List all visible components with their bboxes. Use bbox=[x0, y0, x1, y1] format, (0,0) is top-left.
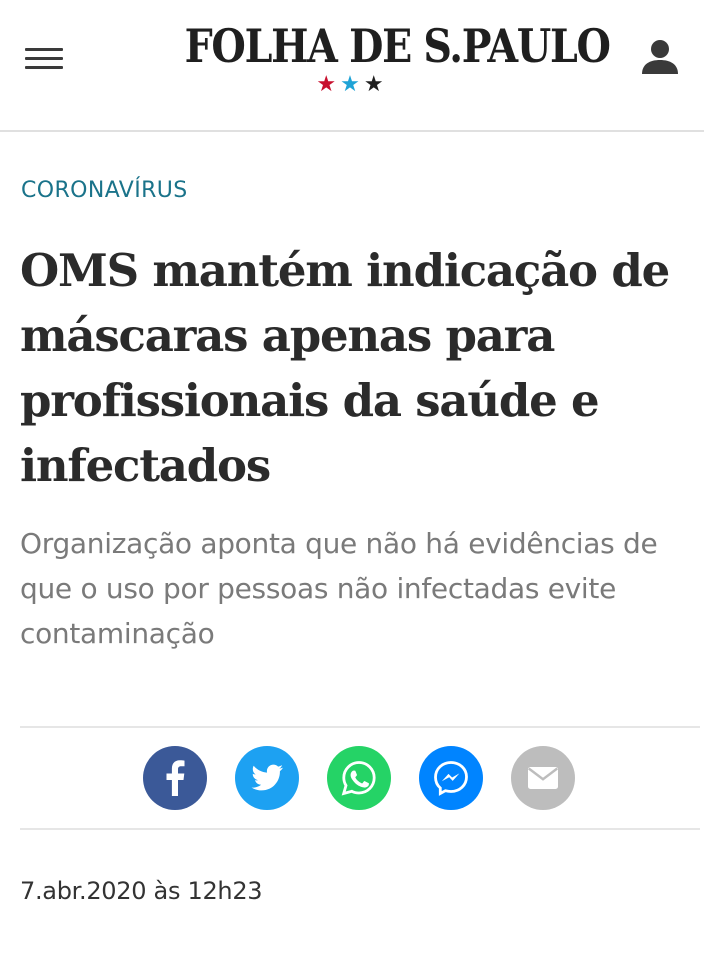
facebook-icon bbox=[166, 760, 185, 796]
top-bar: FOLHA DE S.PAULO ★★★ bbox=[0, 0, 704, 132]
blue-star-icon: ★ bbox=[340, 72, 364, 97]
publish-date: 7.abr.2020 às 12h23 bbox=[20, 877, 263, 905]
share-messenger-button[interactable] bbox=[419, 746, 483, 810]
black-star-icon: ★ bbox=[363, 72, 388, 97]
site-logo[interactable]: FOLHA DE S.PAULO ★★★ bbox=[150, 20, 611, 97]
red-star-icon: ★ bbox=[316, 72, 341, 97]
menu-icon[interactable] bbox=[25, 44, 63, 72]
menu-icon-line bbox=[25, 48, 63, 51]
user-account-icon[interactable] bbox=[641, 39, 679, 75]
divider bbox=[20, 726, 700, 728]
whatsapp-icon bbox=[341, 761, 376, 796]
section-label[interactable]: CORONAVÍRUS bbox=[21, 178, 188, 203]
share-twitter-button[interactable] bbox=[235, 746, 299, 810]
share-facebook-button[interactable] bbox=[143, 746, 207, 810]
logo-text: FOLHA DE S.PAULO bbox=[184, 19, 611, 73]
menu-icon-line bbox=[25, 57, 63, 60]
menu-icon-line bbox=[25, 66, 63, 69]
share-whatsapp-button[interactable] bbox=[327, 746, 391, 810]
share-bar bbox=[143, 746, 583, 812]
email-icon bbox=[528, 767, 558, 789]
user-silhouette bbox=[642, 40, 678, 74]
twitter-icon bbox=[251, 764, 283, 791]
messenger-icon bbox=[434, 761, 468, 796]
logo-stars: ★★★ bbox=[150, 73, 554, 97]
article-headline: OMS mantém indicação de máscaras apenas … bbox=[20, 244, 670, 492]
share-email-button[interactable] bbox=[511, 746, 575, 810]
divider bbox=[20, 828, 700, 830]
article-subheadline: Organização aponta que não há evidências… bbox=[20, 527, 658, 650]
